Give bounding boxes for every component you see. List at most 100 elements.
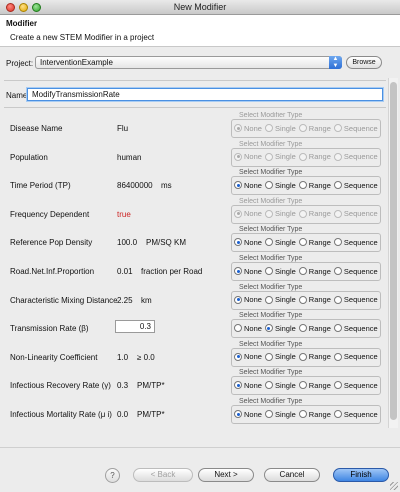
vertical-scrollbar[interactable] bbox=[388, 78, 398, 428]
radio-label: Single bbox=[274, 123, 296, 133]
browse-button[interactable]: Browse bbox=[346, 56, 382, 69]
radio-button-icon[interactable] bbox=[298, 238, 307, 247]
radio-none[interactable]: None bbox=[234, 181, 262, 190]
radio-sequence[interactable]: Sequence bbox=[333, 381, 378, 390]
radio-button-icon bbox=[264, 152, 273, 161]
radio-single[interactable]: Single bbox=[264, 295, 296, 304]
radio-button-icon[interactable] bbox=[264, 181, 273, 190]
resize-grip-icon[interactable] bbox=[390, 482, 398, 490]
radio-button-icon[interactable] bbox=[298, 324, 307, 333]
radio-sequence[interactable]: Sequence bbox=[333, 238, 378, 247]
next-button[interactable]: Next > bbox=[198, 468, 254, 482]
radio-sequence[interactable]: Sequence bbox=[333, 267, 378, 276]
radio-label: Range bbox=[308, 409, 331, 419]
radio-button-icon[interactable] bbox=[333, 410, 342, 418]
radio-range: Range bbox=[298, 209, 331, 218]
radio-button-icon[interactable] bbox=[234, 324, 242, 333]
radio-range[interactable]: Range bbox=[298, 380, 331, 390]
modifier-type-options: None Single Range Sequence bbox=[234, 408, 381, 420]
radio-range[interactable]: Range bbox=[298, 352, 331, 361]
radio-button-icon[interactable] bbox=[333, 238, 342, 247]
radio-button-icon bbox=[264, 124, 273, 132]
radio-sequence[interactable]: Sequence bbox=[333, 324, 378, 333]
radio-range[interactable]: Range bbox=[298, 267, 331, 276]
radio-button-icon[interactable] bbox=[234, 181, 242, 190]
radio-button-icon[interactable] bbox=[298, 410, 307, 418]
scrollbar-thumb[interactable] bbox=[390, 82, 397, 420]
radio-button-icon[interactable] bbox=[333, 381, 342, 390]
radio-none[interactable]: None bbox=[234, 352, 262, 361]
radio-button-icon[interactable] bbox=[264, 267, 273, 275]
radio-single[interactable]: Single bbox=[264, 238, 296, 247]
radio-button-icon[interactable] bbox=[234, 381, 242, 390]
radio-sequence[interactable]: Sequence bbox=[333, 295, 378, 304]
radio-button-icon[interactable] bbox=[333, 181, 342, 190]
radio-button-icon[interactable] bbox=[264, 352, 273, 361]
radio-sequence[interactable]: Sequence bbox=[333, 410, 378, 419]
radio-button-icon[interactable] bbox=[298, 181, 307, 190]
radio-single[interactable]: Single bbox=[264, 267, 296, 276]
modifier-name-input[interactable]: ModifyTransmissionRate bbox=[27, 88, 383, 101]
radio-none[interactable]: None bbox=[234, 381, 262, 390]
radio-none[interactable]: None bbox=[234, 267, 262, 276]
radio-range[interactable]: Range bbox=[298, 324, 331, 333]
radio-range[interactable]: Range bbox=[298, 181, 331, 190]
radio-button-icon[interactable] bbox=[298, 267, 307, 275]
radio-button-icon[interactable] bbox=[234, 267, 242, 275]
radio-sequence[interactable]: Sequence bbox=[333, 352, 378, 361]
radio-range[interactable]: Range bbox=[298, 295, 331, 304]
radio-none[interactable]: None bbox=[234, 410, 262, 419]
radio-button-icon[interactable] bbox=[333, 295, 342, 304]
radio-sequence: Sequence bbox=[333, 124, 378, 133]
radio-single[interactable]: Single bbox=[264, 324, 296, 333]
radio-none[interactable]: None bbox=[234, 324, 262, 333]
radio-label: Range bbox=[308, 380, 331, 390]
radio-button-icon[interactable] bbox=[234, 238, 242, 247]
parameter-row: Disease Name Flu Select Modifier Type None S… bbox=[4, 112, 386, 140]
radio-button-icon[interactable] bbox=[264, 295, 273, 304]
radio-single[interactable]: Single bbox=[264, 352, 296, 361]
radio-button-icon[interactable] bbox=[333, 324, 342, 333]
radio-single[interactable]: Single bbox=[264, 381, 296, 390]
modifier-type-legend: Select Modifier Type bbox=[238, 140, 304, 148]
radio-label: Sequence bbox=[343, 180, 378, 190]
radio-button-icon[interactable] bbox=[234, 295, 242, 304]
finish-button[interactable]: Finish bbox=[333, 468, 389, 482]
zoom-window-button[interactable] bbox=[32, 3, 41, 12]
cancel-button[interactable]: Cancel bbox=[264, 468, 320, 482]
close-window-button[interactable] bbox=[6, 3, 15, 12]
radio-button-icon[interactable] bbox=[264, 410, 273, 418]
back-button[interactable]: < Back bbox=[133, 468, 193, 482]
radio-range[interactable]: Range bbox=[298, 409, 331, 419]
radio-button-icon[interactable] bbox=[333, 352, 342, 361]
radio-button-icon[interactable] bbox=[298, 295, 307, 304]
radio-range[interactable]: Range bbox=[298, 238, 331, 247]
radio-button-icon[interactable] bbox=[298, 352, 307, 361]
radio-none[interactable]: None bbox=[234, 295, 262, 304]
radio-button-icon[interactable] bbox=[298, 381, 307, 390]
parameter-unit: km bbox=[141, 295, 152, 305]
parameter-value-input[interactable]: 0.3 bbox=[115, 320, 155, 334]
radio-single[interactable]: Single bbox=[264, 410, 296, 419]
radio-button-icon[interactable] bbox=[264, 381, 273, 390]
radio-none[interactable]: None bbox=[234, 238, 262, 247]
radio-button-icon[interactable] bbox=[234, 352, 242, 361]
parameter-value: 86400000 bbox=[117, 181, 153, 191]
parameter-unit: fraction per Road bbox=[141, 267, 203, 276]
parameter-label: Transmission Rate (β) bbox=[10, 324, 89, 334]
project-select[interactable]: InterventionExample ▲ ▼ bbox=[35, 56, 342, 69]
radio-sequence[interactable]: Sequence bbox=[333, 180, 378, 190]
radio-button-icon bbox=[333, 152, 342, 161]
parameter-unit: PM/SQ KM bbox=[146, 238, 187, 248]
minimize-window-button[interactable] bbox=[19, 3, 28, 12]
radio-button-icon[interactable] bbox=[234, 410, 242, 418]
radio-button-icon[interactable] bbox=[264, 324, 273, 333]
project-label: Project: bbox=[6, 59, 34, 68]
parameter-label: Infectious Mortality Rate (μ i) bbox=[10, 410, 112, 419]
radio-single[interactable]: Single bbox=[264, 181, 296, 190]
radio-button-icon[interactable] bbox=[333, 267, 342, 275]
parameter-value: Flu bbox=[117, 124, 129, 133]
radio-button-icon bbox=[333, 124, 342, 132]
help-button[interactable]: ? bbox=[105, 468, 120, 483]
radio-button-icon[interactable] bbox=[264, 238, 273, 247]
